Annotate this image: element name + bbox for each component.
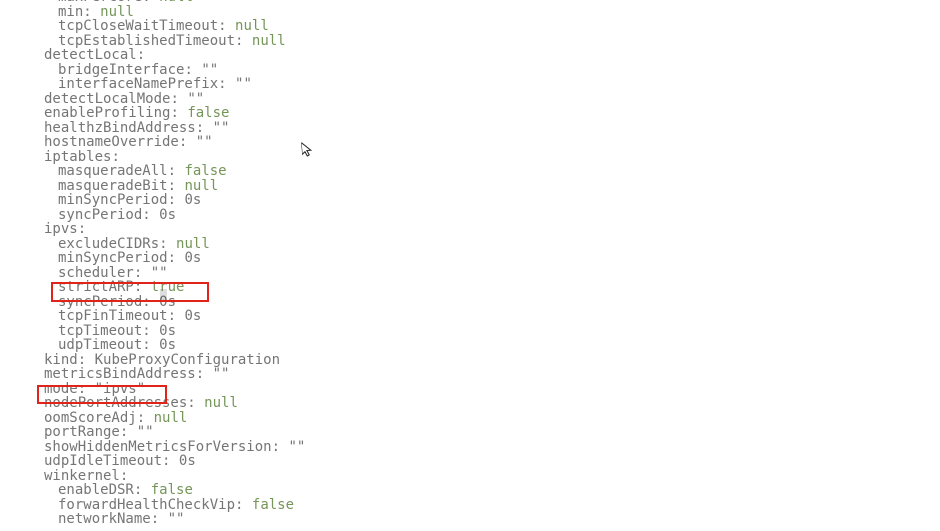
yaml-line: min: null	[0, 5, 305, 20]
yaml-line: nodePortAddresses: null	[0, 396, 305, 411]
yaml-code[interactable]: maxPerCore: nullmin: nulltcpCloseWaitTim…	[0, 0, 305, 527]
yaml-value: 0s	[159, 207, 176, 223]
yaml-value: 0s	[184, 192, 201, 208]
yaml-value: null	[154, 410, 188, 426]
yaml-value: null	[204, 395, 238, 411]
yaml-line: interfaceNamePrefix: ""	[0, 77, 305, 92]
yaml-line: kind: KubeProxyConfiguration	[0, 353, 305, 368]
colon: :	[187, 395, 195, 411]
yaml-line: oomScoreAdj: null	[0, 411, 305, 426]
yaml-value: ""	[288, 439, 305, 455]
colon: :	[142, 207, 150, 223]
yaml-line: showHiddenMetricsForVersion: ""	[0, 440, 305, 455]
colon: :	[196, 366, 204, 382]
yaml-line: udpIdleTimeout: 0s	[0, 454, 305, 469]
yaml-line: masqueradeBit: null	[0, 179, 305, 194]
colon: :	[151, 511, 159, 527]
yaml-line: detectLocalMode: ""	[0, 92, 305, 107]
yaml-value: ""	[235, 76, 252, 92]
colon: :	[235, 497, 243, 513]
yaml-line: tcpTimeout: 0s	[0, 324, 305, 339]
yaml-line: scheduler: ""	[0, 266, 305, 281]
yaml-value: null	[252, 33, 286, 49]
yaml-line: minSyncPeriod: 0s	[0, 193, 305, 208]
yaml-line: mode: "ipvs"	[0, 382, 305, 397]
colon: :	[179, 134, 187, 150]
yaml-line: tcpCloseWaitTimeout: null	[0, 19, 305, 34]
yaml-line: detectLocal:	[0, 48, 305, 63]
colon: :	[162, 453, 170, 469]
yaml-line: tcpEstablishedTimeout: null	[0, 34, 305, 49]
yaml-line: bridgeInterface: ""	[0, 63, 305, 78]
yaml-line: networkName: ""	[0, 512, 305, 527]
yaml-value: 0s	[179, 453, 196, 469]
yaml-value: false	[252, 497, 294, 513]
yaml-line: iptables:	[0, 150, 305, 165]
yaml-line: syncPeriod: 0s	[0, 208, 305, 223]
yaml-value: 0s	[184, 250, 201, 266]
colon: :	[168, 250, 176, 266]
yaml-value: ""	[213, 366, 230, 382]
yaml-value: ""	[213, 120, 230, 136]
yaml-line: minSyncPeriod: 0s	[0, 251, 305, 266]
yaml-line: udpTimeout: 0s	[0, 338, 305, 353]
yaml-value: ""	[196, 134, 213, 150]
yaml-line: masqueradeAll: false	[0, 164, 305, 179]
yaml-value: 0s	[184, 308, 201, 324]
colon: :	[235, 33, 243, 49]
colon: :	[218, 76, 226, 92]
yaml-line: excludeCIDRs: null	[0, 237, 305, 252]
yaml-line: forwardHealthCheckVip: false	[0, 498, 305, 513]
yaml-line: strictARP: true	[0, 280, 305, 295]
yaml-key: networkName	[58, 511, 151, 527]
colon: :	[272, 439, 280, 455]
yaml-value: ""	[168, 511, 185, 527]
yaml-line: ipvs:	[0, 222, 305, 237]
yaml-line: enableDSR: false	[0, 483, 305, 498]
yaml-line: winkernel:	[0, 469, 305, 484]
yaml-line: portRange: ""	[0, 425, 305, 440]
yaml-line: syncPeriod: 0s	[0, 295, 305, 310]
yaml-line: hostnameOverride: ""	[0, 135, 305, 150]
yaml-line: tcpFinTimeout: 0s	[0, 309, 305, 324]
yaml-line: metricsBindAddress: ""	[0, 367, 305, 382]
yaml-line: healthzBindAddress: ""	[0, 121, 305, 136]
yaml-line: enableProfiling: false	[0, 106, 305, 121]
